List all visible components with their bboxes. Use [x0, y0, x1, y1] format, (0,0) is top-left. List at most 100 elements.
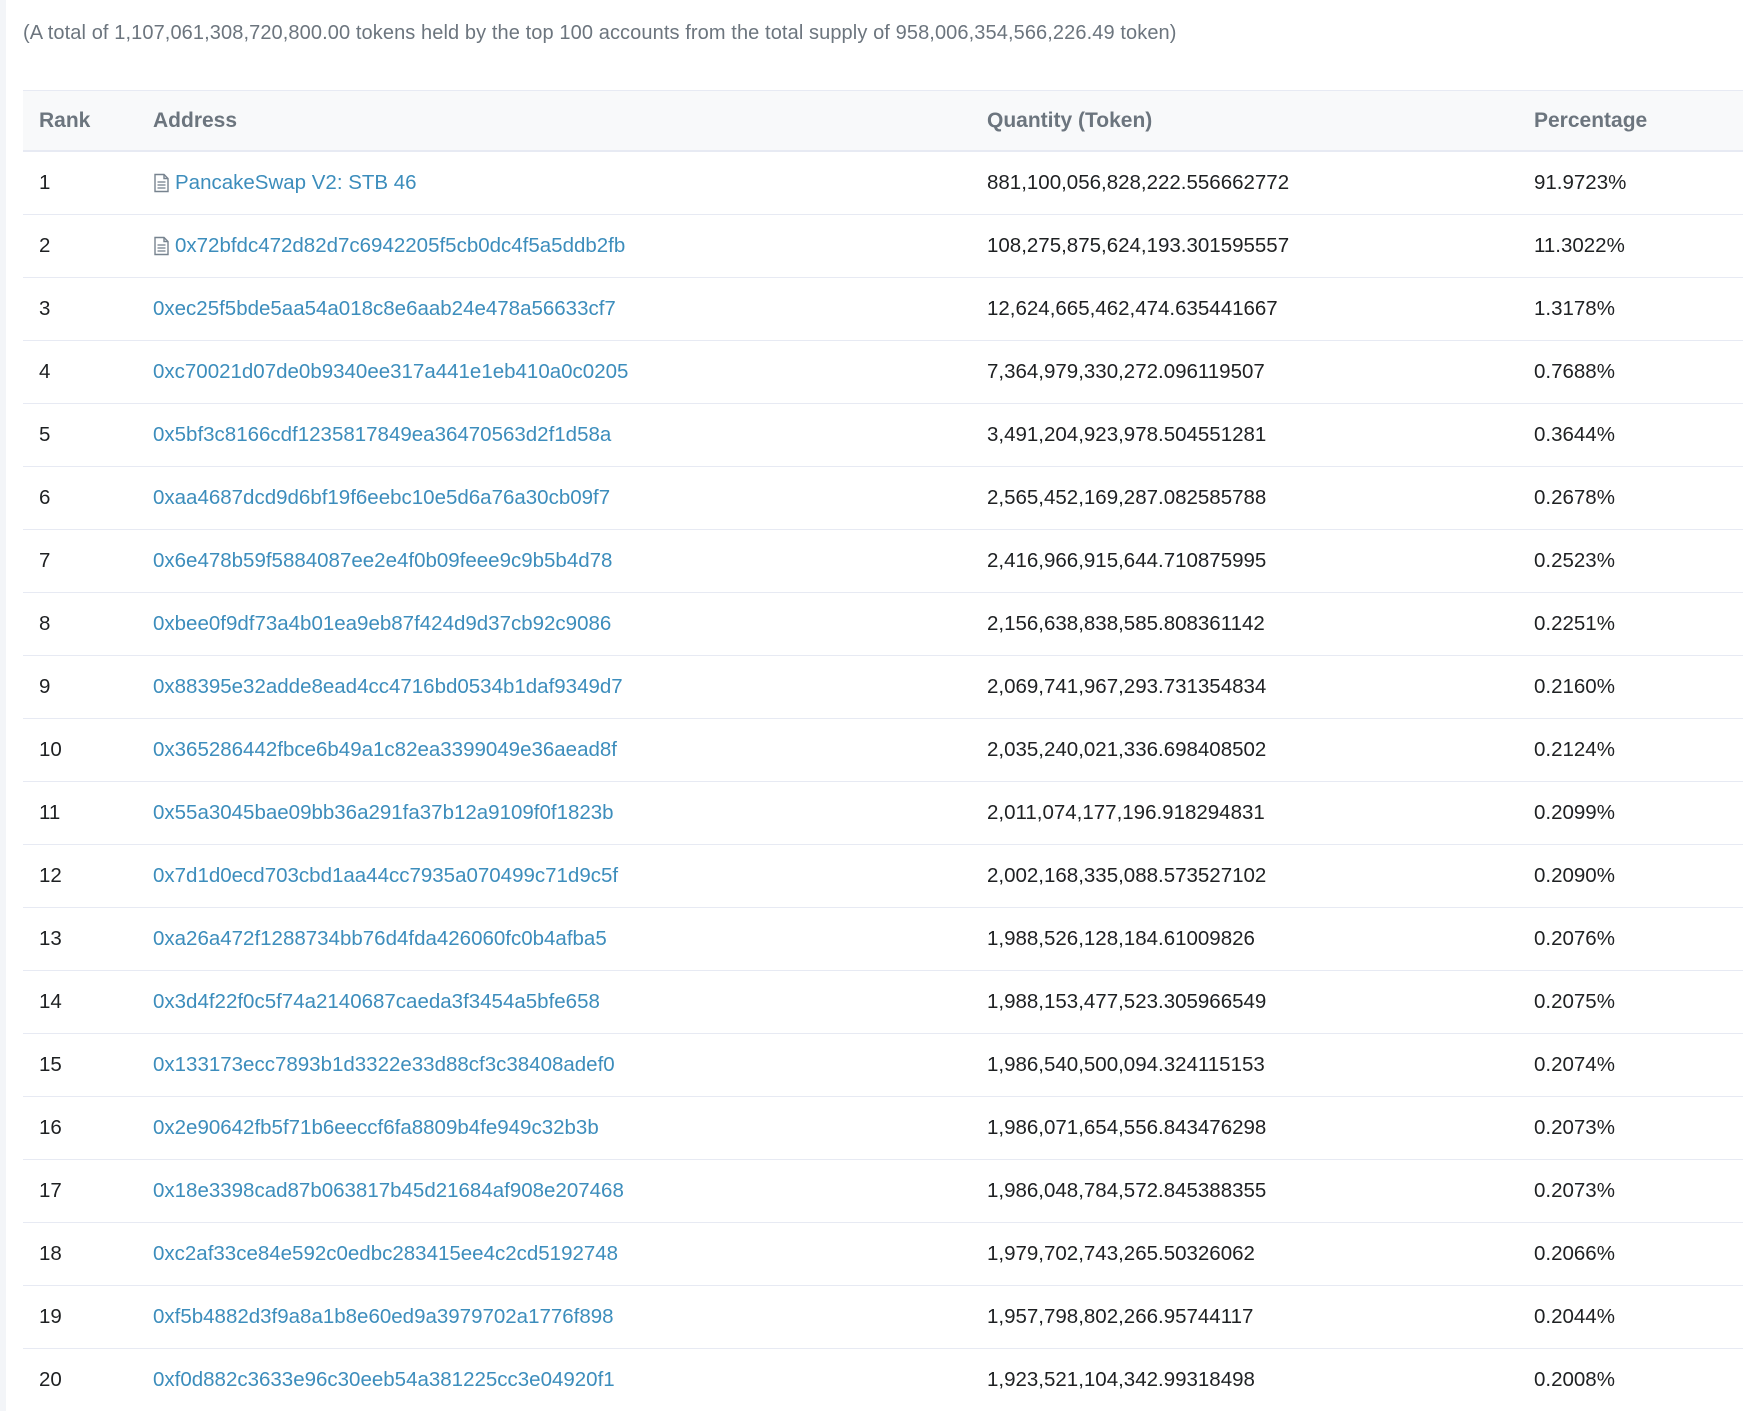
address-link[interactable]: 0x2e90642fb5f71b6eeccf6fa8809b4fe949c32b… [153, 1116, 599, 1140]
table-row: 11 0x55a3045bae09bb36a291fa37b12a9109f0f1… [23, 782, 1743, 845]
address-link[interactable]: 0x7d1d0ecd703cbd1aa44cc7935a070499c71d9c… [153, 864, 618, 888]
quantity-cell: 2,156,638,838,585.808361142 [987, 612, 1265, 635]
rank-cell: 4 [39, 360, 51, 383]
percentage-cell: 91.9723% [1534, 171, 1627, 194]
quantity-cell: 12,624,665,462,474.635441667 [987, 297, 1278, 320]
quantity-cell: 1,923,521,104,342.99318498 [987, 1368, 1255, 1391]
percentage-cell: 0.2523% [1534, 549, 1615, 572]
percentage-cell: 0.2008% [1534, 1368, 1615, 1391]
rank-cell: 15 [39, 1053, 62, 1076]
address-cell: 0xc2af33ce84e592c0edbc283415ee4c2cd51927… [153, 1242, 987, 1266]
table-row: 13 0xa26a472f1288734bb76d4fda426060fc0b4a… [23, 908, 1743, 971]
address-link[interactable]: 0xa26a472f1288734bb76d4fda426060fc0b4afb… [153, 927, 607, 951]
quantity-cell: 1,986,540,500,094.324115153 [987, 1053, 1265, 1076]
percentage-cell: 0.2073% [1534, 1179, 1615, 1202]
address-link[interactable]: 0xec25f5bde5aa54a018c8e6aab24e478a56633c… [153, 297, 616, 321]
percentage-cell: 0.2251% [1534, 612, 1615, 635]
address-cell: 0xc70021d07de0b9340ee317a441e1eb410a0c02… [153, 360, 987, 384]
rank-cell: 8 [39, 612, 51, 635]
address-link[interactable]: 0x6e478b59f5884087ee2e4f0b09feee9c9b5b4d… [153, 549, 612, 573]
table-row: 19 0xf5b4882d3f9a8a1b8e60ed9a3979702a1776… [23, 1286, 1743, 1349]
address-link[interactable]: 0x5bf3c8166cdf1235817849ea36470563d2f1d5… [153, 423, 611, 447]
address-link[interactable]: PancakeSwap V2: STB 46 [175, 171, 417, 195]
rank-cell: 13 [39, 927, 62, 950]
quantity-cell: 1,988,526,128,184.61009826 [987, 927, 1255, 950]
address-link[interactable]: 0x72bfdc472d82d7c6942205f5cb0dc4f5a5ddb2… [175, 234, 625, 258]
address-link[interactable]: 0xc2af33ce84e592c0edbc283415ee4c2cd51927… [153, 1242, 618, 1266]
table-row: 17 0x18e3398cad87b063817b45d21684af908e20… [23, 1160, 1743, 1223]
file-text-icon [153, 173, 170, 193]
address-link[interactable]: 0xf0d882c3633e96c30eeb54a381225cc3e04920… [153, 1368, 615, 1392]
address-cell: 0x72bfdc472d82d7c6942205f5cb0dc4f5a5ddb2… [153, 234, 987, 258]
holders-table: Rank Address Quantity (Token) Percentage… [23, 90, 1743, 1411]
percentage-cell: 0.3644% [1534, 423, 1615, 446]
table-row: 5 0x5bf3c8166cdf1235817849ea36470563d2f1d… [23, 404, 1743, 467]
quantity-cell: 881,100,056,828,222.556662772 [987, 171, 1290, 194]
table-header: Rank Address Quantity (Token) Percentage [23, 90, 1743, 152]
address-link[interactable]: 0x18e3398cad87b063817b45d21684af908e2074… [153, 1179, 624, 1203]
percentage-cell: 0.2066% [1534, 1242, 1615, 1265]
rank-cell: 2 [39, 234, 51, 257]
percentage-cell: 0.2090% [1534, 864, 1615, 887]
holders-page: (A total of 1,107,061,308,720,800.00 tok… [0, 0, 1743, 1411]
address-link[interactable]: 0xbee0f9df73a4b01ea9eb87f424d9d37cb92c90… [153, 612, 611, 636]
quantity-cell: 1,986,048,784,572.845388355 [987, 1179, 1267, 1202]
rank-cell: 10 [39, 738, 62, 761]
address-link[interactable]: 0x55a3045bae09bb36a291fa37b12a9109f0f182… [153, 801, 614, 825]
quantity-cell: 2,002,168,335,088.573527102 [987, 864, 1267, 887]
table-row: 18 0xc2af33ce84e592c0edbc283415ee4c2cd519… [23, 1223, 1743, 1286]
address-link[interactable]: 0x88395e32adde8ead4cc4716bd0534b1daf9349… [153, 675, 623, 699]
address-cell: 0xaa4687dcd9d6bf19f6eebc10e5d6a76a30cb09… [153, 486, 987, 510]
address-cell: 0x133173ecc7893b1d3322e33d88cf3c38408ade… [153, 1053, 987, 1077]
table-row: 9 0x88395e32adde8ead4cc4716bd0534b1daf934… [23, 656, 1743, 719]
table-row: 1 PancakeSwap V2: STB 46 881,100,056,828,2… [23, 152, 1743, 215]
column-header-address: Address [153, 108, 238, 132]
quantity-cell: 2,565,452,169,287.082585788 [987, 486, 1267, 509]
table-row: 2 0x72bfdc472d82d7c6942205f5cb0dc4f5a5ddb… [23, 215, 1743, 278]
rank-cell: 3 [39, 297, 51, 320]
rank-cell: 18 [39, 1242, 62, 1265]
address-cell: 0xf5b4882d3f9a8a1b8e60ed9a3979702a1776f8… [153, 1305, 987, 1329]
table-row: 6 0xaa4687dcd9d6bf19f6eebc10e5d6a76a30cb0… [23, 467, 1743, 530]
column-header-rank: Rank [39, 108, 91, 132]
address-cell: 0x5bf3c8166cdf1235817849ea36470563d2f1d5… [153, 423, 987, 447]
address-link[interactable]: 0x133173ecc7893b1d3322e33d88cf3c38408ade… [153, 1053, 615, 1077]
address-link[interactable]: 0xc70021d07de0b9340ee317a441e1eb410a0c02… [153, 360, 628, 384]
address-link[interactable]: 0xf5b4882d3f9a8a1b8e60ed9a3979702a1776f8… [153, 1305, 614, 1329]
quantity-cell: 1,957,798,802,266.95744117 [987, 1305, 1254, 1328]
table-row: 7 0x6e478b59f5884087ee2e4f0b09feee9c9b5b4… [23, 530, 1743, 593]
quantity-cell: 2,035,240,021,336.698408502 [987, 738, 1267, 761]
percentage-cell: 0.7688% [1534, 360, 1615, 383]
table-row: 10 0x365286442fbce6b49a1c82ea3399049e36ae… [23, 719, 1743, 782]
percentage-cell: 0.2076% [1534, 927, 1615, 950]
rank-cell: 9 [39, 675, 51, 698]
address-link[interactable]: 0x3d4f22f0c5f74a2140687caeda3f3454a5bfe6… [153, 990, 600, 1014]
file-text-icon [153, 236, 170, 256]
address-link[interactable]: 0xaa4687dcd9d6bf19f6eebc10e5d6a76a30cb09… [153, 486, 610, 510]
table-row: 4 0xc70021d07de0b9340ee317a441e1eb410a0c0… [23, 341, 1743, 404]
quantity-cell: 2,011,074,177,196.918294831 [987, 801, 1265, 824]
percentage-cell: 0.2124% [1534, 738, 1615, 761]
address-cell: 0xa26a472f1288734bb76d4fda426060fc0b4afb… [153, 927, 987, 951]
address-cell: 0x55a3045bae09bb36a291fa37b12a9109f0f182… [153, 801, 987, 825]
address-cell: PancakeSwap V2: STB 46 [153, 171, 987, 195]
table-row: 8 0xbee0f9df73a4b01ea9eb87f424d9d37cb92c9… [23, 593, 1743, 656]
percentage-cell: 0.2160% [1534, 675, 1615, 698]
column-header-percentage: Percentage [1534, 108, 1648, 132]
rank-cell: 19 [39, 1305, 62, 1328]
rank-cell: 14 [39, 990, 62, 1013]
rank-cell: 6 [39, 486, 51, 509]
percentage-cell: 0.2678% [1534, 486, 1615, 509]
rank-cell: 20 [39, 1368, 62, 1391]
rank-cell: 5 [39, 423, 51, 446]
quantity-cell: 1,979,702,743,265.50326062 [987, 1242, 1255, 1265]
table-row: 3 0xec25f5bde5aa54a018c8e6aab24e478a56633… [23, 278, 1743, 341]
quantity-cell: 1,986,071,654,556.843476298 [987, 1116, 1267, 1139]
quantity-cell: 2,069,741,967,293.731354834 [987, 675, 1267, 698]
percentage-cell: 1.3178% [1534, 297, 1615, 320]
address-link[interactable]: 0x365286442fbce6b49a1c82ea3399049e36aead… [153, 738, 617, 762]
table-row: 14 0x3d4f22f0c5f74a2140687caeda3f3454a5bf… [23, 971, 1743, 1034]
address-cell: 0x3d4f22f0c5f74a2140687caeda3f3454a5bfe6… [153, 990, 987, 1014]
rank-cell: 16 [39, 1116, 62, 1139]
percentage-cell: 0.2073% [1534, 1116, 1615, 1139]
